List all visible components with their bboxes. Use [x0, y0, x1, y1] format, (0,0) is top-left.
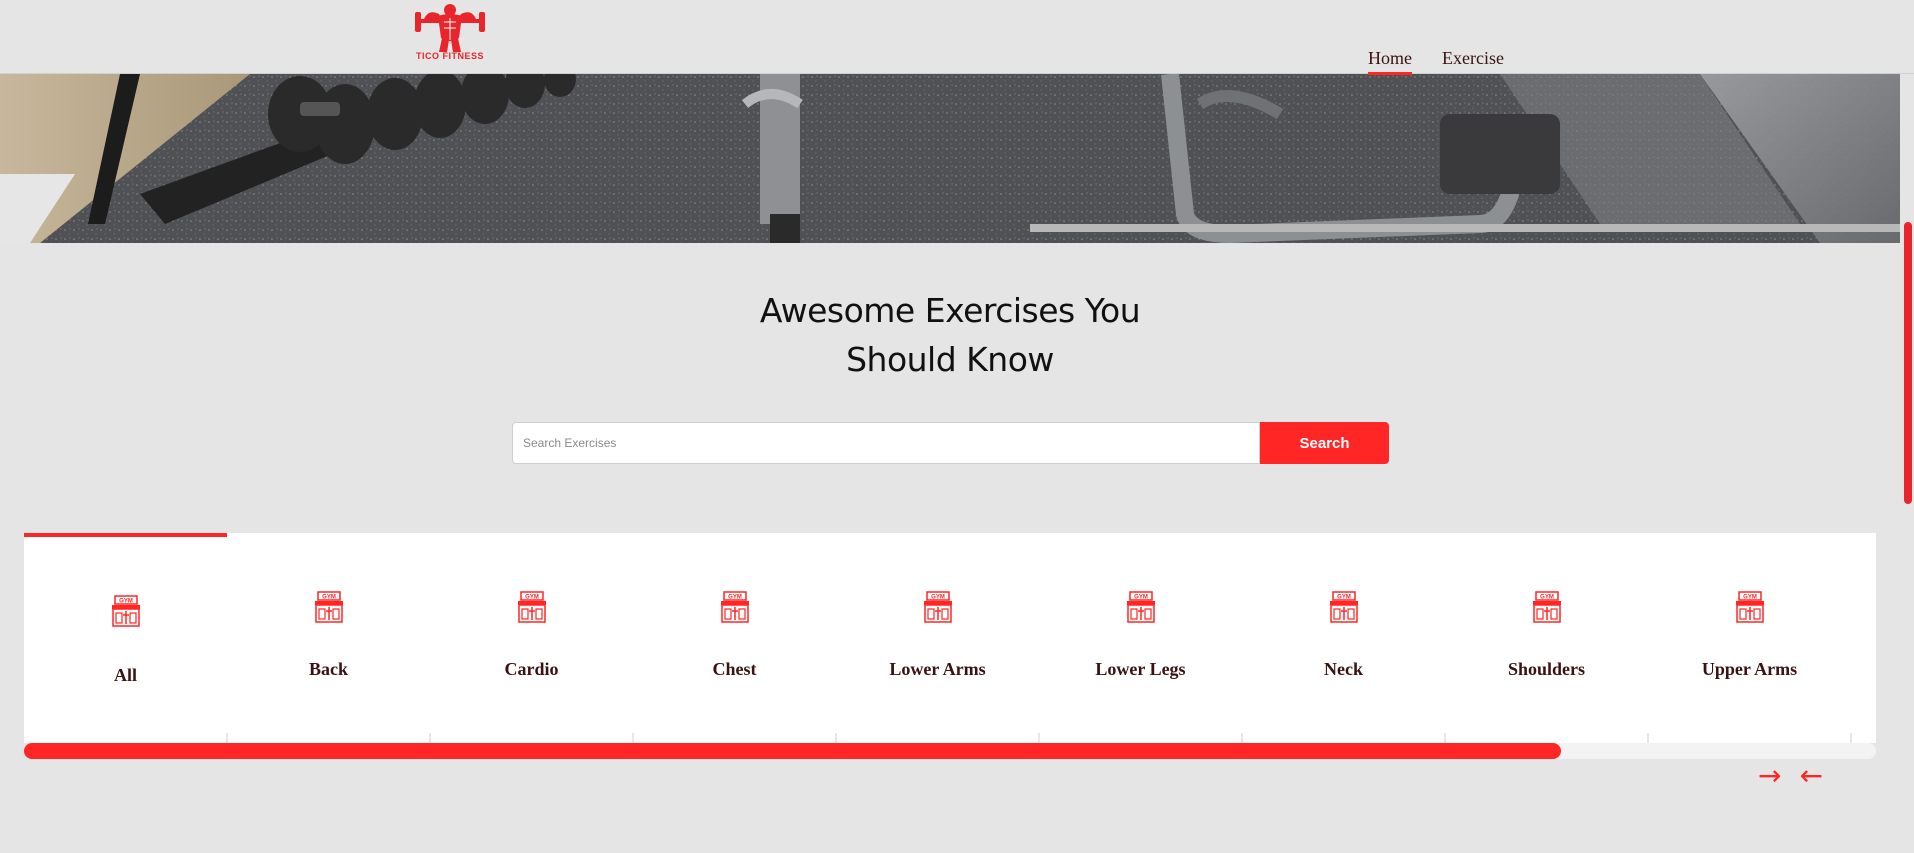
category-card-edge [1647, 733, 1649, 743]
title-line-1: Awesome Exercises You [759, 291, 1141, 330]
search-bar: Search [512, 422, 1389, 464]
category-card-edge [1850, 733, 1852, 743]
logo[interactable]: TICO FITNESS [410, 0, 490, 70]
search-button[interactable]: Search [1260, 422, 1389, 464]
category-scroll-progress[interactable] [24, 743, 1876, 759]
category-label: Lower Arms [889, 659, 986, 679]
main-nav: Home Exercise [1368, 48, 1504, 75]
logo-text: TICO FITNESS [415, 51, 484, 61]
page-scrollbar[interactable] [1900, 0, 1914, 853]
category-scroller[interactable]: GYM All GYM Back GYM Cardio GYM Chest GY… [24, 533, 1876, 743]
category-label: Chest [712, 659, 757, 679]
category-card-back[interactable]: GYM Back [227, 533, 430, 743]
category-label: Neck [1324, 659, 1363, 679]
gym-icon: GYM [110, 595, 142, 632]
nav-home-link[interactable]: Home [1368, 48, 1412, 75]
category-card-edge [1241, 733, 1243, 743]
category-card-edge [632, 733, 634, 743]
category-scroll-progress-fill[interactable] [24, 743, 1562, 759]
page-title: Awesome Exercises You Should Know [0, 286, 1900, 384]
site-header: TICO FITNESS Home Exercise [0, 0, 1914, 75]
category-card-cardio[interactable]: GYM Cardio [430, 533, 633, 743]
gym-icon: GYM [313, 591, 345, 628]
svg-text:GYM: GYM [931, 595, 945, 601]
category-card-lower-arms[interactable]: GYM Lower Arms [836, 533, 1039, 743]
gym-icon: GYM [1734, 591, 1766, 628]
svg-text:GYM: GYM [1743, 595, 1757, 601]
title-line-2: Should Know [846, 340, 1054, 379]
category-card-edge [226, 733, 228, 743]
category-card-edge [835, 733, 837, 743]
search-input[interactable] [512, 422, 1260, 464]
svg-text:GYM: GYM [525, 595, 539, 601]
category-label: Back [308, 659, 348, 679]
category-card-neck[interactable]: GYM Neck [1242, 533, 1445, 743]
svg-text:GYM: GYM [1540, 595, 1554, 601]
nav-exercise-link[interactable]: Exercise [1442, 48, 1504, 75]
svg-text:GYM: GYM [1337, 595, 1351, 601]
category-card-lower-legs[interactable]: GYM Lower Legs [1039, 533, 1242, 743]
category-card-edge [429, 733, 431, 743]
gym-icon: GYM [1125, 591, 1157, 628]
svg-text:GYM: GYM [119, 599, 133, 605]
gym-icon: GYM [1328, 591, 1360, 628]
gym-icon: GYM [1531, 591, 1563, 628]
category-label: All [113, 665, 137, 685]
category-label: Upper Arms [1701, 659, 1798, 679]
arrow-right-icon[interactable]: → [1758, 762, 1781, 790]
slider-arrows: → ← [1758, 762, 1823, 790]
gym-icon: GYM [719, 591, 751, 628]
category-label: Lower Legs [1095, 659, 1186, 679]
gym-icon: GYM [922, 591, 954, 628]
category-card-edge [1444, 733, 1446, 743]
category-card-shoulders[interactable]: GYM Shoulders [1445, 533, 1648, 743]
gym-icon: GYM [516, 591, 548, 628]
svg-text:GYM: GYM [1134, 595, 1148, 601]
scrollbar-thumb[interactable] [1904, 222, 1912, 504]
category-card-chest[interactable]: GYM Chest [633, 533, 836, 743]
hero-banner-image [0, 74, 1900, 243]
bodybuilder-logo-icon [415, 4, 485, 52]
category-label: Shoulders [1507, 659, 1586, 679]
svg-text:GYM: GYM [728, 595, 742, 601]
arrow-left-icon[interactable]: ← [1799, 762, 1822, 790]
category-card-edge [1038, 733, 1040, 743]
category-label: Cardio [504, 659, 559, 679]
category-card-all[interactable]: GYM All [24, 533, 227, 743]
svg-text:GYM: GYM [322, 595, 336, 601]
category-card-upper-arms[interactable]: GYM Upper Arms [1648, 533, 1851, 743]
